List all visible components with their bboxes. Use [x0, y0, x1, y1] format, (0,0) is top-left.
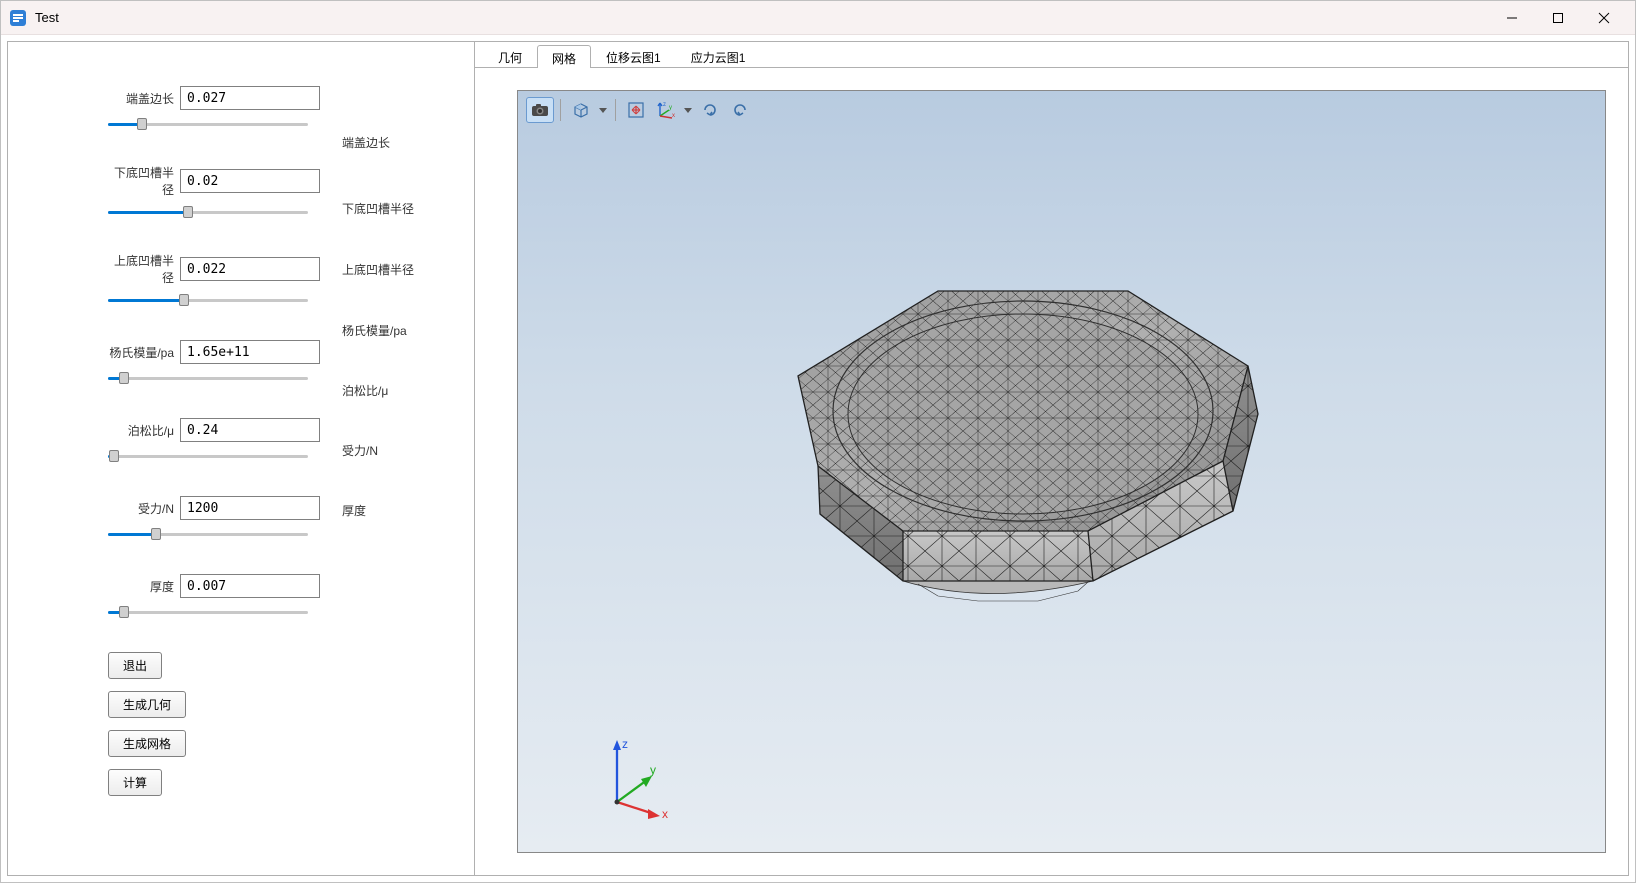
param-input[interactable] — [180, 418, 320, 442]
svg-text:y: y — [669, 105, 672, 111]
axes-toggle-icon[interactable]: z y x — [652, 97, 680, 123]
param-input[interactable] — [180, 496, 320, 520]
app-icon — [9, 9, 27, 27]
param-slider[interactable] — [108, 524, 308, 544]
window-title: Test — [35, 10, 59, 25]
param-label: 杨氏模量/pa — [108, 344, 174, 361]
axes-dropdown[interactable] — [682, 97, 694, 123]
param-label-right: 端盖边长 — [342, 134, 390, 151]
param-slider[interactable] — [108, 368, 308, 388]
param-label-right: 厚度 — [342, 502, 366, 519]
exit-button[interactable]: 退出 — [108, 652, 162, 679]
titlebar: Test — [1, 1, 1635, 35]
param-label-right: 受力/N — [342, 442, 378, 459]
svg-text:z: z — [622, 737, 628, 751]
tab-displacement[interactable]: 位移云图1 — [591, 44, 676, 67]
param-row: 杨氏模量/pa — [108, 340, 446, 364]
fit-view-icon[interactable] — [622, 97, 650, 123]
app-window: Test 端盖边长下底凹槽半径上底凹槽半径杨氏模量/pa泊松比/μ受力/N厚度 … — [0, 0, 1636, 883]
param-label: 受力/N — [108, 500, 174, 517]
param-label: 下底凹槽半径 — [108, 164, 174, 198]
param-row: 泊松比/μ — [108, 418, 446, 442]
view-cube-dropdown[interactable] — [597, 97, 609, 123]
param-label-right: 杨氏模量/pa — [342, 322, 407, 339]
viewer-area: 几何 网格 位移云图1 应力云图1 — [475, 41, 1629, 876]
param-row: 厚度 — [108, 574, 446, 598]
generate-geometry-button[interactable]: 生成几何 — [108, 691, 186, 718]
tab-geometry[interactable]: 几何 — [483, 44, 537, 67]
param-slider[interactable] — [108, 114, 308, 134]
param-slider[interactable] — [108, 446, 308, 466]
param-slider[interactable] — [108, 202, 308, 222]
param-label-right: 上底凹槽半径 — [342, 261, 414, 278]
svg-text:y: y — [650, 763, 656, 777]
viewer-toolbar: z y x — [524, 95, 756, 125]
param-slider[interactable] — [108, 290, 308, 310]
mesh-model — [738, 236, 1268, 666]
view-cube-icon[interactable] — [567, 97, 595, 123]
rotate-cw-icon[interactable] — [696, 97, 724, 123]
param-input[interactable] — [180, 257, 320, 281]
param-label: 端盖边长 — [108, 90, 174, 107]
tab-stress[interactable]: 应力云图1 — [676, 44, 761, 67]
param-input[interactable] — [180, 86, 320, 110]
parameters-panel: 端盖边长下底凹槽半径上底凹槽半径杨氏模量/pa泊松比/μ受力/N厚度 退出 生成… — [7, 41, 475, 876]
param-slider[interactable] — [108, 602, 308, 622]
maximize-button[interactable] — [1535, 1, 1581, 35]
tab-mesh[interactable]: 网格 — [537, 45, 591, 68]
param-row: 下底凹槽半径 — [108, 164, 446, 198]
param-label-right: 下底凹槽半径 — [342, 200, 414, 217]
param-row: 受力/N — [108, 496, 446, 520]
param-label: 上底凹槽半径 — [108, 252, 174, 286]
param-label: 厚度 — [108, 578, 174, 595]
camera-icon[interactable] — [526, 97, 554, 123]
compute-button[interactable]: 计算 — [108, 769, 162, 796]
param-input[interactable] — [180, 574, 320, 598]
svg-text:z: z — [663, 102, 666, 108]
3d-viewer[interactable]: z y x — [517, 90, 1606, 853]
close-button[interactable] — [1581, 1, 1627, 35]
svg-text:x: x — [672, 113, 675, 119]
param-input[interactable] — [180, 340, 320, 364]
tab-bar: 几何 网格 位移云图1 应力云图1 — [475, 42, 1628, 68]
param-label: 泊松比/μ — [108, 422, 174, 439]
param-input[interactable] — [180, 169, 320, 193]
svg-text:x: x — [662, 807, 668, 821]
axes-gizmo: z y x — [592, 732, 682, 822]
param-label-right: 泊松比/μ — [342, 382, 388, 399]
minimize-button[interactable] — [1489, 1, 1535, 35]
rotate-ccw-icon[interactable] — [726, 97, 754, 123]
generate-mesh-button[interactable]: 生成网格 — [108, 730, 186, 757]
param-row: 端盖边长 — [108, 86, 446, 110]
